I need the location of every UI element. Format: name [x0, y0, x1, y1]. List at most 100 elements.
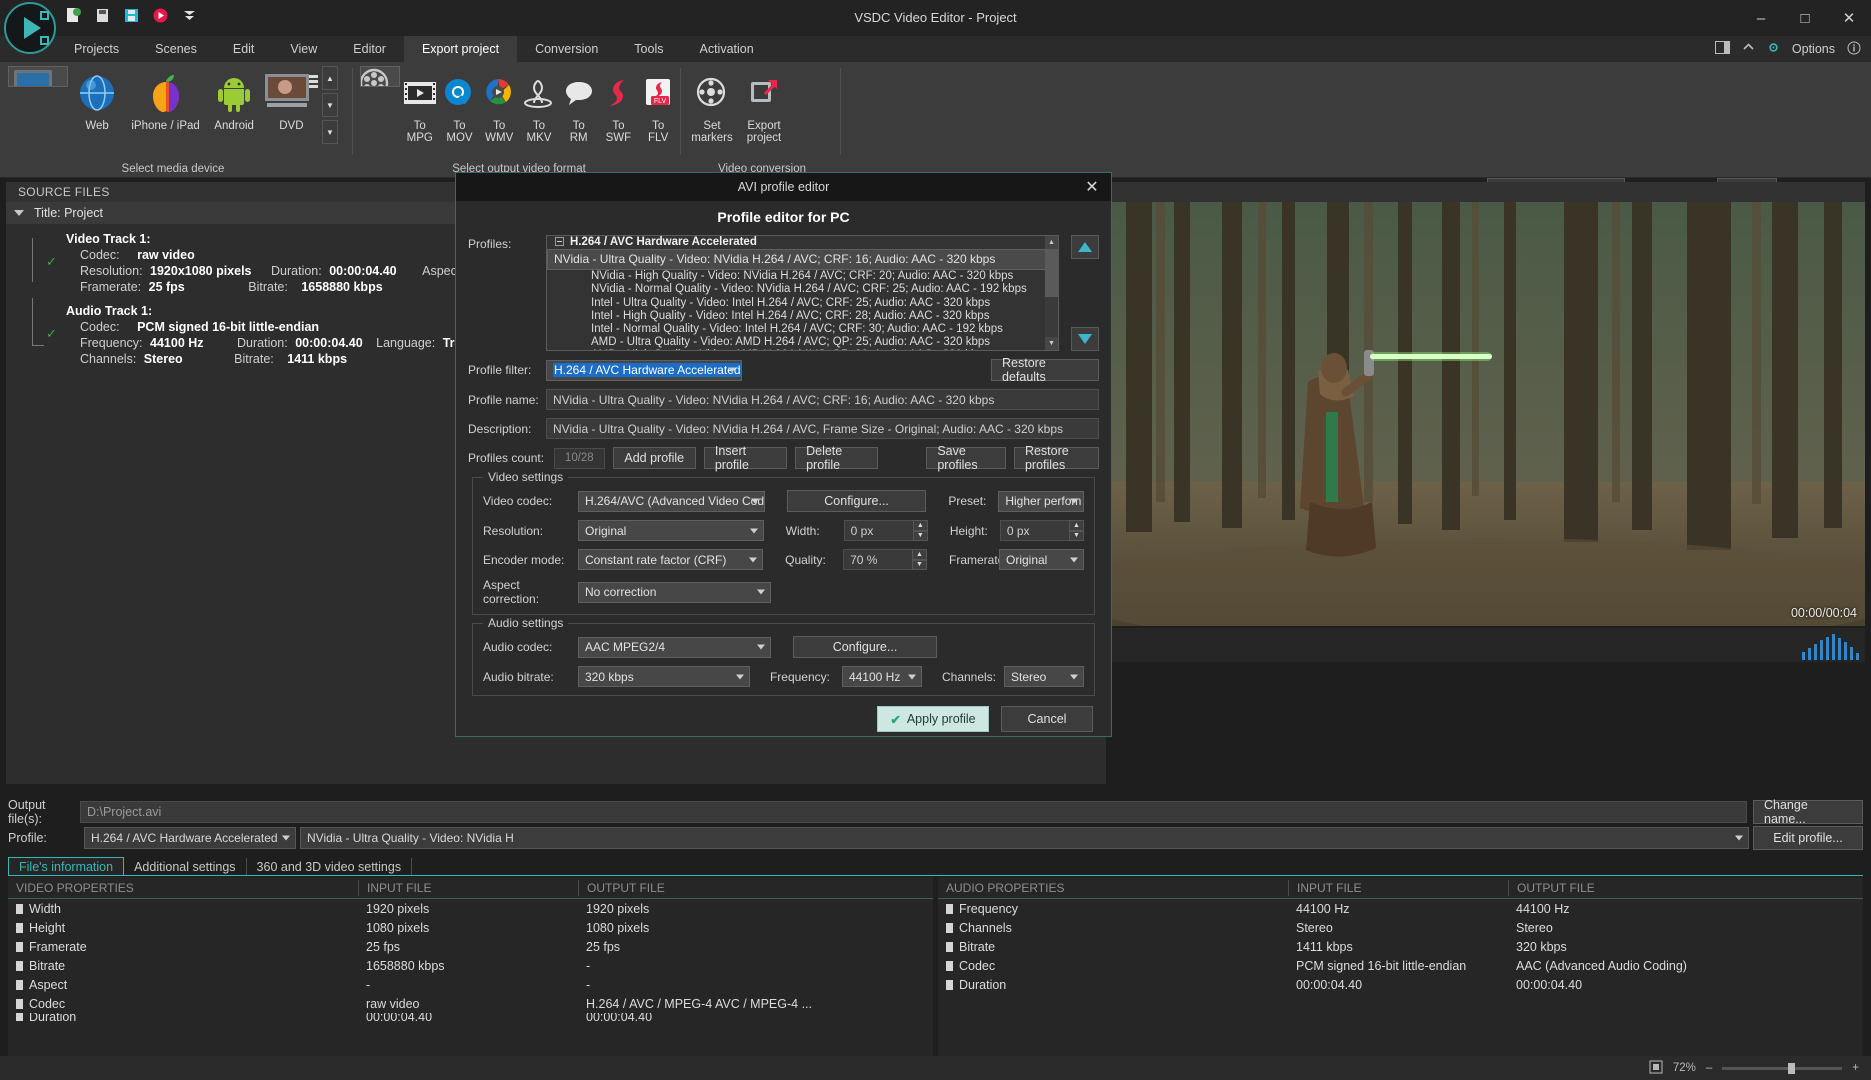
table-row[interactable]: Framerate 25 fps 25 fps: [8, 937, 933, 956]
move-profile-up-button[interactable]: [1071, 235, 1099, 259]
zoom-out-button[interactable]: –: [1706, 1062, 1712, 1074]
table-row[interactable]: Codec raw video H.264 / AVC / MPEG-4 AVC…: [8, 994, 933, 1013]
change-name-button[interactable]: Change name...: [1753, 798, 1863, 826]
ribbon-item-to-swf[interactable]: To SWF: [599, 66, 639, 144]
list-item[interactable]: Intel - High Quality - Video: Intel H.26…: [547, 310, 1058, 323]
tab-additional-settings[interactable]: Additional settings: [124, 858, 247, 876]
list-item[interactable]: AMD - High Quality - Video: AMD H.264 / …: [547, 349, 1058, 350]
menu-tab-edit[interactable]: Edit: [215, 36, 273, 62]
options-label[interactable]: Options: [1792, 42, 1835, 56]
tab-files-information[interactable]: File's information: [8, 857, 125, 876]
table-row[interactable]: Bitrate 1658880 kbps -: [8, 956, 933, 975]
save-as-icon[interactable]: [122, 6, 141, 25]
close-button[interactable]: ✕: [1827, 0, 1871, 36]
minimize-button[interactable]: –: [1739, 0, 1783, 36]
scrollbar-thumb[interactable]: [1045, 249, 1058, 297]
width-increment-icon[interactable]: ▲: [912, 520, 928, 531]
width-decrement-icon[interactable]: ▼: [912, 530, 928, 541]
ribbon-item-to-mkv[interactable]: To MKV: [519, 66, 559, 144]
record-icon[interactable]: [151, 6, 170, 25]
table-row[interactable]: Bitrate 1411 kbps 320 kbps: [938, 937, 1863, 956]
list-item[interactable]: AMD - Ultra Quality - Video: AMD H.264 /…: [547, 336, 1058, 349]
fit-zoom-icon[interactable]: [1649, 1060, 1663, 1077]
video-configure-button[interactable]: Configure...: [786, 490, 927, 512]
menu-tab-tools[interactable]: Tools: [616, 36, 681, 62]
preset-select[interactable]: Higher perfom: [998, 490, 1084, 512]
profile-name-input[interactable]: NVidia - Ultra Quality - Video: NVidia H…: [546, 389, 1099, 410]
ribbon-item-pc[interactable]: PC: [8, 66, 69, 87]
layout-icon[interactable]: [1714, 41, 1730, 57]
scroll-down-button[interactable]: ▼: [322, 93, 338, 117]
list-item[interactable]: H.264 / AVC Hardware Accelerated: [547, 236, 1058, 249]
expand-gallery-button[interactable]: ▼: [322, 120, 338, 144]
audio-configure-button[interactable]: Configure...: [793, 636, 937, 658]
zoom-slider[interactable]: [1722, 1062, 1843, 1074]
scrollbar-up-icon[interactable]: ▲: [1045, 236, 1058, 249]
height-increment-icon[interactable]: ▲: [1069, 520, 1084, 531]
audio-bitrate-select[interactable]: 320 kbps: [578, 666, 750, 687]
ribbon-item-to-mpg[interactable]: To MPG: [400, 66, 440, 144]
width-value[interactable]: 0 px: [843, 520, 916, 541]
menu-tab-editor[interactable]: Editor: [335, 36, 404, 62]
dialog-profile-filter-select[interactable]: H.264 / AVC Hardware Accelerated: [546, 359, 742, 381]
ribbon-item-to-wmv[interactable]: To WMV: [479, 66, 519, 144]
insert-profile-button[interactable]: Insert profile: [703, 444, 788, 472]
collapse-ribbon-icon[interactable]: [1742, 42, 1755, 56]
media-device-scroll[interactable]: ▲ ▼ ▼: [322, 66, 338, 144]
resolution-select[interactable]: Original: [578, 520, 764, 541]
edit-profile-button[interactable]: Edit profile...: [1753, 826, 1863, 850]
ribbon-item-to-flv[interactable]: FLV To FLV: [638, 66, 678, 144]
list-item[interactable]: Intel - Ultra Quality - Video: Intel H.2…: [547, 297, 1058, 310]
zoom-in-button[interactable]: +: [1852, 1062, 1859, 1074]
tab-360-3d-video-settings[interactable]: 360 and 3D video settings: [247, 858, 413, 876]
apply-profile-button[interactable]: ✔ Apply profile: [877, 706, 989, 732]
encoder-mode-select[interactable]: Constant rate factor (CRF): [578, 549, 764, 570]
profiles-scrollbar[interactable]: ▲ ▼: [1045, 236, 1058, 350]
width-stepper[interactable]: 0 px ▲ ▼: [843, 520, 928, 541]
add-profile-button[interactable]: Add profile: [612, 447, 696, 469]
delete-profile-button[interactable]: Delete profile: [795, 444, 879, 472]
profile-select[interactable]: NVidia - Ultra Quality - Video: NVidia H: [300, 827, 1749, 849]
height-decrement-icon[interactable]: ▼: [1069, 530, 1084, 541]
dialog-close-icon[interactable]: ✕: [1081, 177, 1103, 197]
restore-profiles-button[interactable]: Restore profiles: [1013, 444, 1099, 472]
table-row[interactable]: Width 1920 pixels 1920 pixels: [8, 899, 933, 918]
description-input[interactable]: NVidia - Ultra Quality - Video: NVidia H…: [546, 418, 1099, 439]
output-file-input[interactable]: D:\Project.avi: [80, 801, 1747, 823]
gear-icon[interactable]: [1767, 41, 1780, 57]
restore-defaults-button[interactable]: Restore defaults: [991, 356, 1099, 384]
collapse-box-icon[interactable]: [555, 237, 564, 246]
scrollbar-down-icon[interactable]: ▼: [1045, 337, 1058, 350]
height-value[interactable]: 0 px: [999, 520, 1072, 541]
move-profile-down-button[interactable]: [1071, 327, 1099, 351]
list-item[interactable]: NVidia - Ultra Quality - Video: NVidia H…: [547, 249, 1058, 271]
ribbon-item-export-project[interactable]: Export project: [738, 66, 790, 144]
table-row[interactable]: Duration 00:00:04.40 00:00:04.40: [938, 975, 1863, 994]
height-stepper[interactable]: 0 px ▲ ▼: [999, 520, 1084, 541]
zoom-slider-knob[interactable]: [1788, 1062, 1796, 1074]
video-codec-select[interactable]: H.264/AVC (Advanced Video Coding: [578, 490, 765, 512]
table-row[interactable]: Height 1080 pixels 1080 pixels: [8, 918, 933, 937]
menu-tab-view[interactable]: View: [272, 36, 335, 62]
ribbon-item-iphone-ipad[interactable]: iPhone / iPad: [126, 66, 206, 132]
maximize-button[interactable]: □: [1783, 0, 1827, 36]
menu-tab-projects[interactable]: Projects: [56, 36, 137, 62]
table-row[interactable]: Channels Stereo Stereo: [938, 918, 1863, 937]
framerate-select[interactable]: Original: [999, 549, 1085, 570]
list-item[interactable]: Intel - Normal Quality - Video: Intel H.…: [547, 323, 1058, 336]
save-profiles-button[interactable]: Save profiles: [926, 444, 1006, 472]
table-row[interactable]: Codec PCM signed 16-bit little-endian AA…: [938, 956, 1863, 975]
list-item[interactable]: NVidia - Normal Quality - Video: NVidia …: [547, 283, 1058, 296]
ribbon-item-to-avi[interactable]: ToAVI: [360, 66, 400, 87]
ribbon-item-to-mov[interactable]: To MOV: [440, 66, 480, 144]
list-item[interactable]: NVidia - High Quality - Video: NVidia H.…: [547, 270, 1058, 283]
aspect-correction-select[interactable]: No correction: [578, 581, 771, 603]
info-icon[interactable]: [1847, 41, 1861, 58]
ribbon-item-set-markers[interactable]: Set markers: [686, 66, 738, 144]
quality-stepper[interactable]: 70 % ▲ ▼: [843, 549, 927, 570]
video-preview[interactable]: 00:00/00:04: [1112, 202, 1865, 626]
audio-codec-select[interactable]: AAC MPEG2/4: [578, 636, 771, 658]
ribbon-item-web[interactable]: Web: [68, 66, 125, 132]
collapse-triangle-icon[interactable]: [14, 210, 24, 216]
new-project-icon[interactable]: [64, 6, 83, 25]
